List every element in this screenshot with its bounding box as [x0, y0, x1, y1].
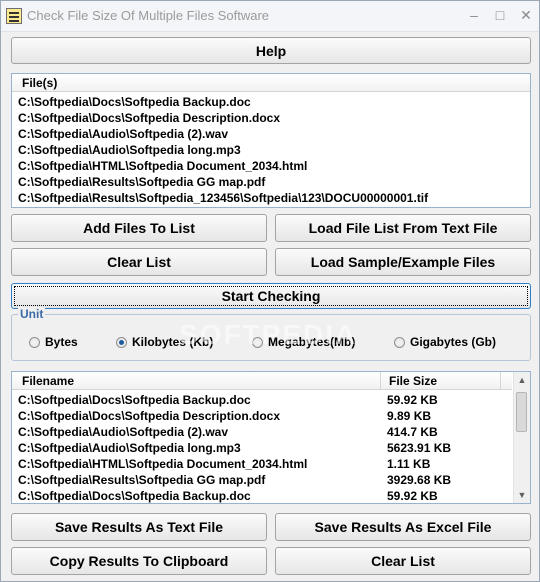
title-bar: Check File Size Of Multiple Files Softwa… [1, 1, 539, 32]
load-list-button[interactable]: Load File List From Text File [275, 214, 531, 242]
maximize-button[interactable]: □ [489, 5, 511, 25]
radio-megabytes-label: Megabytes(Mb) [268, 335, 356, 349]
filesize-column-header[interactable]: File Size [389, 372, 437, 390]
result-size[interactable]: 1.11 KB [387, 456, 430, 472]
help-button[interactable]: Help [11, 37, 531, 64]
result-size[interactable]: 3929.68 KB [387, 472, 451, 488]
unit-group-label: Unit [18, 307, 46, 321]
result-size[interactable]: 414.7 KB [387, 424, 438, 440]
file-list-item[interactable]: C:\Softpedia\Docs\Softpedia Backup.doc [18, 94, 251, 110]
result-size[interactable]: 9.89 KB [387, 408, 431, 424]
result-size[interactable]: 59.92 KB [387, 392, 438, 408]
radio-kilobytes-label: Kilobytes (Kb) [132, 335, 214, 349]
clear-list-button[interactable]: Clear List [11, 248, 267, 276]
app-icon [6, 8, 22, 24]
files-column-header[interactable]: File(s) [12, 74, 530, 92]
scroll-down-arrow-icon[interactable]: ▼ [514, 487, 530, 503]
file-list-item[interactable]: C:\Softpedia\HTML\Softpedia Document_203… [18, 158, 307, 174]
result-size[interactable]: 5623.91 KB [387, 440, 451, 456]
result-filename[interactable]: C:\Softpedia\Audio\Softpedia long.mp3 [18, 440, 241, 456]
scroll-thumb[interactable] [516, 392, 527, 432]
column-divider [500, 372, 501, 389]
clear-results-button[interactable]: Clear List [275, 547, 531, 575]
close-button[interactable]: ✕ [515, 5, 537, 25]
result-filename[interactable]: C:\Softpedia\HTML\Softpedia Document_203… [18, 456, 307, 472]
minimize-button[interactable]: – [463, 5, 485, 25]
result-filename[interactable]: C:\Softpedia\Docs\Softpedia Backup.doc [18, 488, 251, 503]
radio-kilobytes[interactable]: Kilobytes (Kb) [116, 334, 213, 350]
load-sample-button[interactable]: Load Sample/Example Files [275, 248, 531, 276]
filename-column-header[interactable]: Filename [22, 372, 74, 390]
radio-gigabytes-indicator[interactable] [394, 336, 405, 348]
add-files-button[interactable]: Add Files To List [11, 214, 267, 242]
results-listview[interactable]: Filename File Size C:\Softpedia\Docs\Sof… [11, 371, 531, 504]
radio-gigabytes-label: Gigabytes (Gb) [410, 335, 497, 349]
file-list-item[interactable]: C:\Softpedia\Audio\Softpedia (2).wav [18, 126, 228, 142]
copy-clipboard-button[interactable]: Copy Results To Clipboard [11, 547, 267, 575]
results-header: Filename File Size [12, 372, 512, 390]
start-checking-button[interactable]: Start Checking [11, 283, 531, 309]
file-list-item[interactable]: C:\Softpedia\Results\Softpedia_123456\So… [18, 190, 428, 206]
radio-bytes[interactable]: Bytes [29, 334, 78, 350]
radio-gigabytes[interactable]: Gigabytes (Gb) [394, 334, 496, 350]
file-list-item[interactable]: C:\Softpedia\Docs\Softpedia Description.… [18, 110, 280, 126]
file-list-item[interactable]: C:\Softpedia\Audio\Softpedia long.mp3 [18, 142, 241, 158]
files-listbox[interactable]: File(s) C:\Softpedia\Docs\Softpedia Back… [11, 73, 531, 208]
window-title: Check File Size Of Multiple Files Softwa… [27, 8, 270, 23]
scroll-up-arrow-icon[interactable]: ▲ [514, 372, 530, 388]
result-filename[interactable]: C:\Softpedia\Audio\Softpedia (2).wav [18, 424, 228, 440]
save-text-button[interactable]: Save Results As Text File [11, 513, 267, 541]
unit-group: Unit Bytes Kilobytes (Kb) Megabytes(Mb) … [11, 307, 531, 361]
results-scrollbar[interactable]: ▲ ▼ [513, 372, 530, 503]
radio-bytes-indicator[interactable] [29, 336, 40, 348]
radio-megabytes[interactable]: Megabytes(Mb) [252, 334, 355, 350]
result-filename[interactable]: C:\Softpedia\Docs\Softpedia Description.… [18, 408, 280, 424]
radio-bytes-label: Bytes [45, 335, 78, 349]
result-size[interactable]: 59.92 KB [387, 488, 438, 503]
radio-kilobytes-indicator[interactable] [116, 336, 127, 348]
radio-megabytes-indicator[interactable] [252, 336, 263, 348]
save-excel-button[interactable]: Save Results As Excel File [275, 513, 531, 541]
column-divider [380, 372, 381, 389]
file-list-item[interactable]: C:\Softpedia\Results\Softpedia GG map.pd… [18, 174, 265, 190]
result-filename[interactable]: C:\Softpedia\Results\Softpedia GG map.pd… [18, 472, 265, 488]
app-window: Check File Size Of Multiple Files Softwa… [0, 0, 540, 582]
result-filename[interactable]: C:\Softpedia\Docs\Softpedia Backup.doc [18, 392, 251, 408]
